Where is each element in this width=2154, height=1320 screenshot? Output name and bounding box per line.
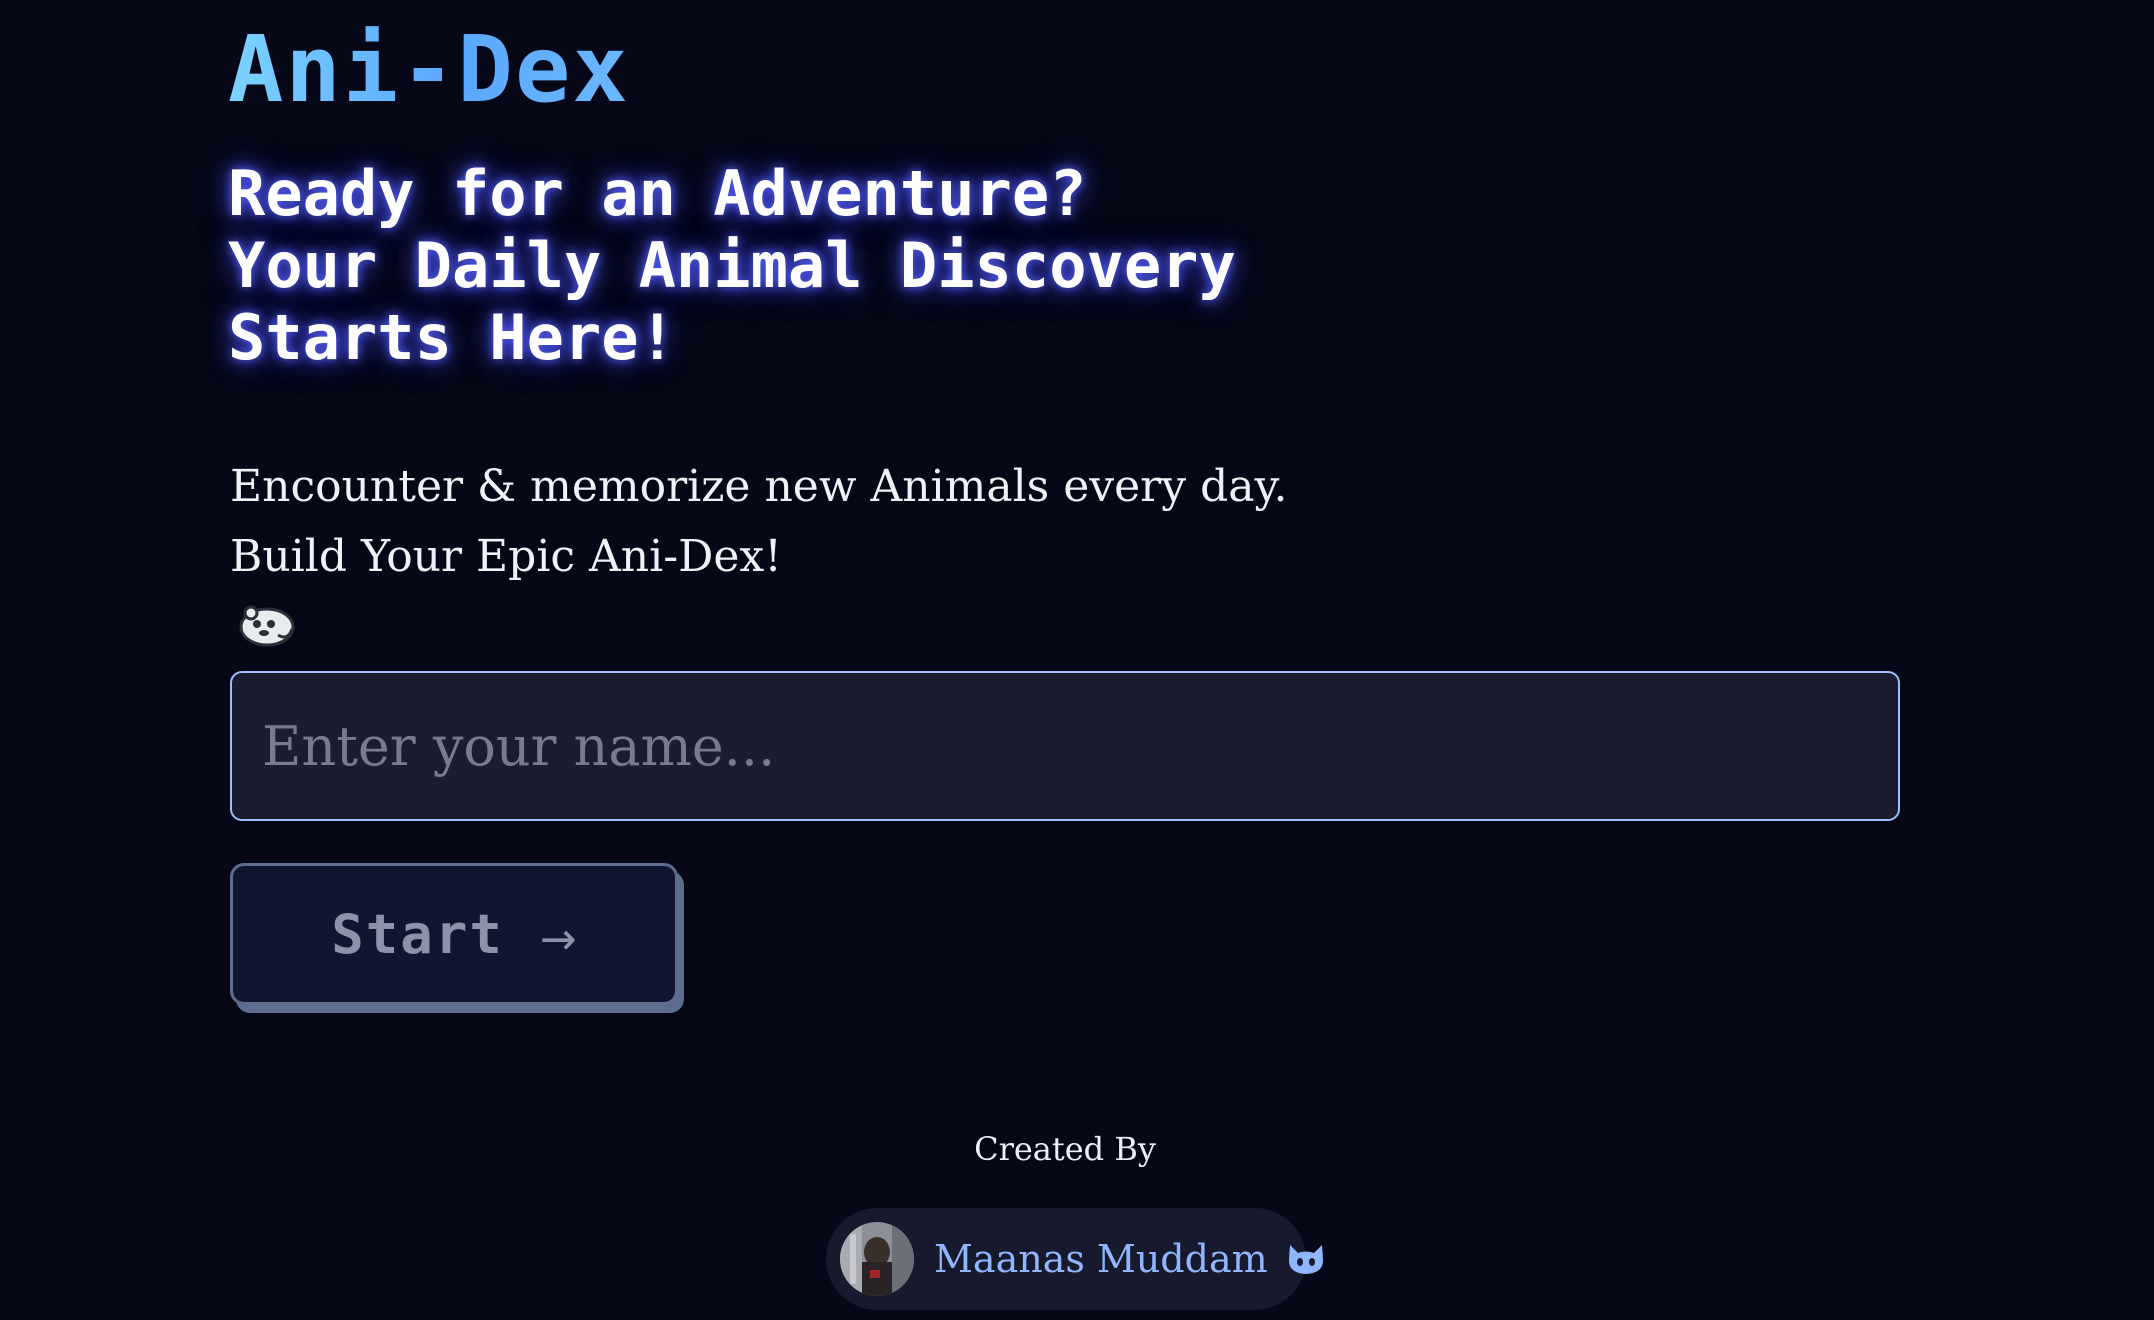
author-name: Maanas Muddam [934, 1237, 1268, 1281]
avatar-image [840, 1222, 914, 1296]
intro-line-1: Encounter & memorize new Animals every d… [230, 461, 1288, 512]
start-button[interactable]: Start → [230, 863, 678, 1005]
otter-emoji-icon [239, 605, 295, 647]
headline-line-1: Ready for an Adventure? [228, 157, 1087, 230]
hero-intro: Encounter & memorize new Animals every d… [230, 452, 1287, 662]
avatar [840, 1222, 914, 1296]
headline-line-3: Starts Here! [228, 301, 676, 374]
author-profile-link[interactable]: Maanas Muddam [826, 1208, 1323, 1310]
start-button-label: Start [331, 902, 504, 966]
created-by-label: Created By [974, 1130, 1156, 1168]
hero-headline: Ready for an Adventure? Your Daily Anima… [228, 158, 1236, 374]
intro-line-2-wrapper: Build Your Epic Ani-Dex! [230, 522, 1287, 662]
arrow-right-icon: → [539, 913, 577, 965]
name-input[interactable] [230, 671, 1900, 821]
app-logo: Ani-Dex [228, 16, 630, 123]
headline-line-2: Your Daily Animal Discovery [228, 229, 1236, 302]
intro-line-2: Build Your Epic Ani-Dex! [230, 531, 782, 582]
github-icon [1288, 1245, 1323, 1274]
